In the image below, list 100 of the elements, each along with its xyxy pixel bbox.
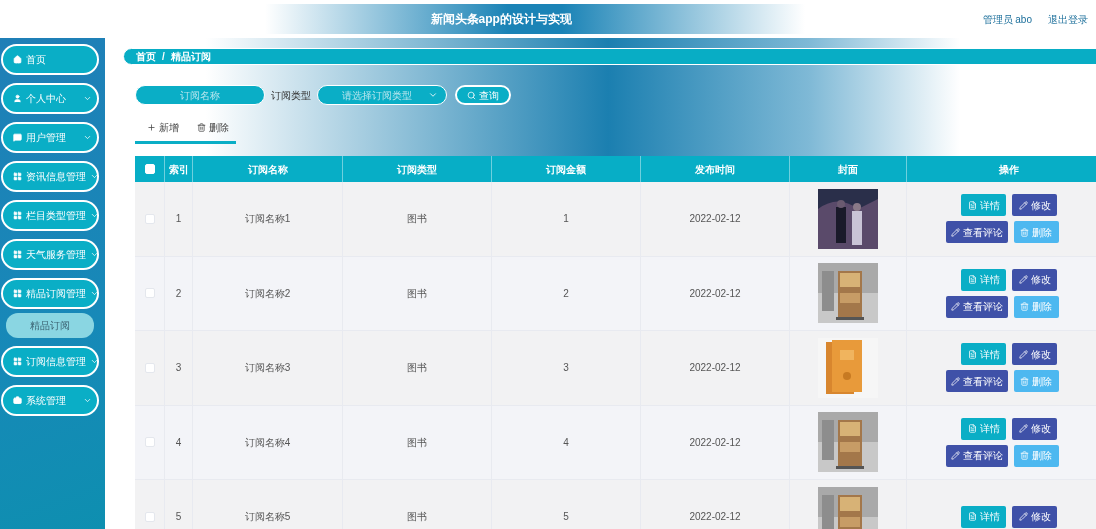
column-header: 订阅名称	[247, 162, 288, 177]
column-header: 订阅类型	[397, 162, 437, 177]
pencil-icon	[950, 302, 960, 312]
view-comments-button[interactable]: 查看评论	[945, 221, 1008, 244]
table-cell-text: 2	[175, 286, 182, 301]
table-cell-text: 4	[563, 435, 569, 450]
edit-button[interactable]: 修改	[1012, 268, 1057, 291]
table-cell-text: 订阅名称5	[244, 510, 291, 525]
search-icon	[467, 90, 476, 100]
delete-row-button[interactable]: 删除	[1013, 444, 1059, 467]
edit-button[interactable]: 修改	[1012, 505, 1057, 528]
submenu-item[interactable]: 精品订阅	[6, 313, 94, 338]
detail-button[interactable]: 详情	[961, 268, 1006, 291]
name-search-field[interactable]: 订阅名称	[135, 85, 265, 105]
column-header: 封面	[838, 162, 858, 177]
document-icon	[967, 349, 977, 359]
column-header: 操作	[998, 162, 1019, 177]
pencil-icon	[950, 376, 960, 386]
sidebar-item[interactable]: 资讯信息管理	[1, 161, 99, 192]
pencil-icon	[1018, 512, 1028, 522]
checkbox[interactable]	[144, 437, 155, 448]
checkbox[interactable]	[144, 511, 155, 522]
detail-button[interactable]: 详情	[961, 505, 1006, 528]
pencil-icon	[1018, 349, 1028, 359]
detail-button[interactable]: 详情	[961, 194, 1006, 217]
nav-icon	[13, 172, 22, 181]
table-cell-text: 图书	[407, 286, 427, 301]
logout-link[interactable]: 退出登录	[1048, 11, 1088, 27]
nav-icon	[13, 211, 22, 220]
sidebar-item[interactable]: 栏目类型管理	[1, 200, 99, 231]
document-icon	[967, 275, 977, 285]
sidebar-item[interactable]: 订阅信息管理	[1, 346, 99, 377]
table-cell-text: 2022-02-12	[689, 361, 741, 376]
table-cell-text: 图书	[407, 361, 427, 376]
type-label: 订阅类型	[271, 88, 311, 103]
sidebar-item[interactable]: 用户管理	[1, 122, 99, 153]
edit-button[interactable]: 修改	[1012, 343, 1057, 366]
sidebar-item[interactable]: 精品订阅管理	[1, 278, 99, 309]
column-header: 订阅金额	[546, 162, 586, 177]
delete-button[interactable]: 删除	[197, 120, 229, 135]
column-header: 发布时间	[695, 162, 735, 177]
nav-icon	[13, 94, 22, 103]
table-cell-text: 5	[563, 510, 569, 525]
sidebar-item[interactable]: 天气服务管理	[1, 239, 99, 270]
document-icon	[967, 512, 977, 522]
sidebar-item[interactable]: 首页	[1, 44, 99, 75]
table-cell-text: 4	[175, 435, 182, 450]
pencil-icon	[1018, 200, 1028, 210]
trash-icon	[1020, 376, 1029, 386]
table-cell-text: 订阅名称2	[244, 286, 291, 301]
caret-icon	[428, 90, 438, 100]
table-cell-text: 订阅名称4	[244, 435, 291, 450]
delete-row-button[interactable]: 删除	[1013, 295, 1059, 318]
pencil-icon	[1018, 424, 1028, 434]
table-cell-text: 3	[563, 361, 569, 376]
table-cell-text: 2022-02-12	[689, 435, 741, 450]
table-cell-text: 2022-02-12	[689, 510, 741, 525]
view-comments-button[interactable]: 查看评论	[945, 295, 1008, 318]
pencil-icon	[1018, 275, 1028, 285]
table-cell-text: 订阅名称3	[244, 361, 291, 376]
sidebar-item[interactable]: 个人中心	[1, 83, 99, 114]
checkbox[interactable]	[144, 288, 155, 299]
sidebar-item[interactable]: 系统管理	[1, 385, 99, 416]
trash-icon	[197, 123, 206, 132]
breadcrumb-separator: /	[162, 50, 165, 64]
search-button[interactable]: 查询	[455, 85, 511, 105]
table-cell-text: 2022-02-12	[689, 212, 741, 227]
detail-button[interactable]: 详情	[961, 343, 1006, 366]
plus-icon	[147, 123, 156, 132]
table-cell-text: 2	[563, 286, 569, 301]
admin-user: 管理员 abo	[982, 12, 1032, 27]
checkbox[interactable]	[144, 362, 155, 373]
table-cell-text: 订阅名称1	[244, 212, 291, 227]
table-cell-text: 图书	[407, 510, 427, 525]
add-button[interactable]: 新增	[147, 120, 179, 135]
nav-icon	[13, 250, 22, 259]
table-cell-text: 2022-02-12	[689, 286, 741, 301]
document-icon	[967, 424, 977, 434]
app-title: 新闻头条app的设计与实现	[430, 11, 572, 28]
pencil-icon	[950, 451, 960, 461]
table-cell-text: 5	[175, 510, 182, 525]
delete-row-button[interactable]: 删除	[1013, 370, 1059, 393]
breadcrumb-current: 精品订阅	[170, 50, 211, 64]
pencil-icon	[950, 227, 960, 237]
trash-icon	[1020, 227, 1029, 237]
nav-icon	[13, 55, 22, 64]
edit-button[interactable]: 修改	[1012, 417, 1057, 440]
table-cell-text: 1	[175, 212, 182, 227]
checkbox[interactable]	[144, 213, 155, 224]
view-comments-button[interactable]: 查看评论	[945, 444, 1008, 467]
nav-icon	[13, 133, 22, 142]
delete-row-button[interactable]: 删除	[1013, 221, 1059, 244]
table-cell-text: 图书	[407, 435, 427, 450]
breadcrumb-link[interactable]: 首页	[136, 49, 156, 64]
view-comments-button[interactable]: 查看评论	[945, 370, 1008, 393]
table-cell-text: 3	[175, 361, 182, 376]
nav-icon	[13, 289, 22, 298]
edit-button[interactable]: 修改	[1012, 194, 1057, 217]
detail-button[interactable]: 详情	[961, 417, 1006, 440]
type-select[interactable]: 请选择订阅类型	[317, 85, 447, 105]
